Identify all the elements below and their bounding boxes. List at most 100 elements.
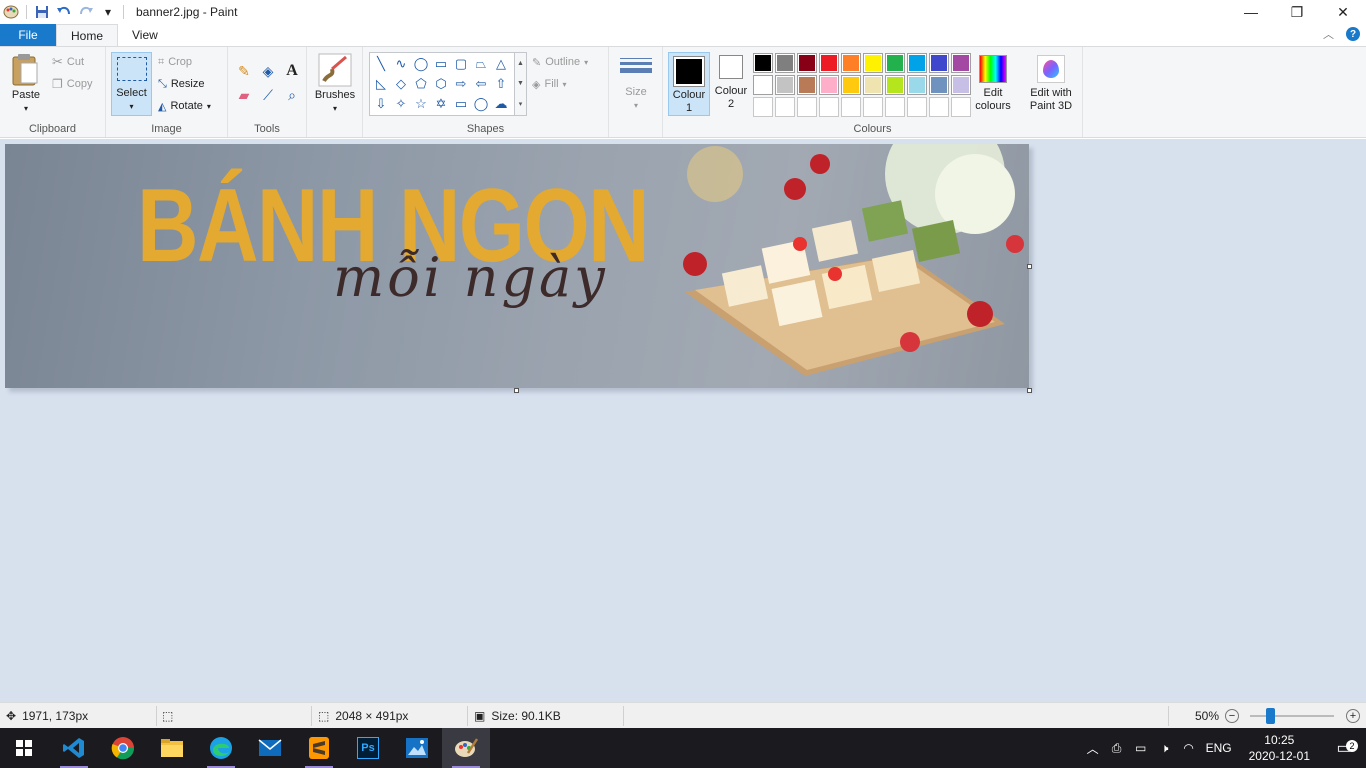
collapse-ribbon-icon[interactable]: ︿ [1323, 26, 1334, 42]
taskbar-vscode[interactable] [50, 728, 98, 768]
copy-button[interactable]: ❐ Copy [52, 74, 92, 94]
taskbar-sublime-text[interactable] [295, 728, 343, 768]
oval-callout-shape-icon[interactable]: ◯ [471, 94, 491, 114]
pencil-icon[interactable]: ✎ [232, 59, 256, 83]
tab-file[interactable]: File [0, 24, 56, 46]
five-point-star-shape-icon[interactable]: ☆ [411, 94, 431, 114]
cut-button[interactable]: ✂ Cut [52, 52, 84, 72]
battery-icon[interactable]: ▭ [1129, 741, 1153, 755]
eraser-icon[interactable]: ▰ [232, 83, 256, 107]
palette-swatch[interactable] [885, 75, 905, 95]
palette-swatch[interactable] [951, 97, 971, 117]
palette-swatch[interactable] [929, 53, 949, 73]
close-button[interactable]: ✕ [1320, 0, 1366, 24]
save-icon[interactable] [31, 1, 53, 23]
palette-swatch[interactable] [863, 53, 883, 73]
taskbar-edge[interactable] [197, 728, 245, 768]
taskbar-photos[interactable] [393, 728, 441, 768]
line-shape-icon[interactable]: ╲ [371, 54, 391, 74]
fill-button[interactable]: ◈ Fill ▾ [532, 74, 567, 94]
palette-swatch[interactable] [775, 97, 795, 117]
resize-handle-corner[interactable] [1027, 388, 1032, 393]
meet-now-icon[interactable]: ⎙ [1105, 741, 1129, 756]
tab-view[interactable]: View [118, 24, 172, 46]
palette-swatch[interactable] [907, 75, 927, 95]
tab-home[interactable]: Home [56, 24, 119, 46]
scroll-up-icon[interactable]: ▲ [517, 60, 524, 67]
palette-swatch[interactable] [753, 53, 773, 73]
palette-swatch[interactable] [797, 97, 817, 117]
down-arrow-shape-icon[interactable]: ⇩ [371, 94, 391, 114]
palette-swatch[interactable] [841, 97, 861, 117]
zoom-in-button[interactable]: + [1346, 703, 1360, 729]
palette-swatch[interactable] [863, 97, 883, 117]
redo-icon[interactable] [75, 1, 97, 23]
left-arrow-shape-icon[interactable]: ⇦ [471, 74, 491, 94]
palette-swatch[interactable] [819, 75, 839, 95]
size-button[interactable]: Size ▾ [617, 55, 655, 112]
curve-shape-icon[interactable]: ∿ [391, 54, 411, 74]
paste-button[interactable]: Paste ▾ [6, 53, 46, 115]
colour2-button[interactable]: Colour 2 [712, 55, 750, 111]
rotate-button[interactable]: ◭ Rotate ▾ [158, 96, 211, 116]
palette-swatch[interactable] [929, 97, 949, 117]
colour-picker-icon[interactable]: ⟋ [256, 83, 280, 107]
rounded-rectangle-shape-icon[interactable]: ▢ [451, 54, 471, 74]
image-canvas[interactable]: BÁNH NGON mỗi ngày [5, 144, 1029, 388]
text-icon[interactable]: A [280, 59, 304, 83]
palette-swatch[interactable] [885, 53, 905, 73]
palette-swatch[interactable] [797, 53, 817, 73]
palette-swatch[interactable] [775, 53, 795, 73]
rounded-callout-shape-icon[interactable]: ▭ [451, 94, 471, 114]
magnifier-icon[interactable]: ⌕ [280, 83, 304, 107]
palette-swatch[interactable] [907, 97, 927, 117]
brushes-button[interactable]: Brushes ▾ [313, 53, 357, 115]
taskbar-paint[interactable] [442, 728, 490, 768]
resize-handle-right[interactable] [1027, 264, 1032, 269]
palette-swatch[interactable] [841, 53, 861, 73]
polygon-shape-icon[interactable]: ⏢ [471, 54, 491, 74]
fill-bucket-icon[interactable]: ◈ [256, 59, 280, 83]
pentagon-shape-icon[interactable]: ⬠ [411, 74, 431, 94]
notification-center-button[interactable]: ▭ 2 [1322, 738, 1366, 758]
right-triangle-shape-icon[interactable]: ◺ [371, 74, 391, 94]
palette-swatch[interactable] [753, 75, 773, 95]
input-language[interactable]: ENG [1201, 741, 1237, 755]
canvas-workspace[interactable]: BÁNH NGON mỗi ngày [0, 139, 1366, 702]
palette-swatch[interactable] [819, 53, 839, 73]
oval-shape-icon[interactable]: ◯ [411, 54, 431, 74]
four-point-star-shape-icon[interactable]: ✧ [391, 94, 411, 114]
minimize-button[interactable]: — [1228, 0, 1274, 24]
palette-swatch[interactable] [775, 75, 795, 95]
volume-icon[interactable]: 🕨 [1153, 741, 1177, 756]
show-hidden-icons-button[interactable]: ︿ [1081, 740, 1105, 757]
edit-colours-button[interactable]: Edit colours [973, 55, 1013, 113]
palette-swatch[interactable] [863, 75, 883, 95]
cloud-callout-shape-icon[interactable]: ☁ [491, 94, 511, 114]
taskbar-file-explorer[interactable] [148, 728, 196, 768]
start-button[interactable] [0, 728, 48, 768]
taskbar-mail[interactable] [246, 728, 294, 768]
palette-swatch[interactable] [907, 53, 927, 73]
customize-quick-access-button[interactable]: ▾ [97, 1, 119, 23]
palette-swatch[interactable] [951, 75, 971, 95]
select-button[interactable]: Select ▾ [111, 52, 152, 116]
resize-button[interactable]: ⤡ Resize [158, 74, 204, 94]
scroll-down-icon[interactable]: ▼ [517, 80, 524, 87]
shapes-scrollbar[interactable]: ▲ ▼ ▾ [515, 52, 527, 116]
palette-swatch[interactable] [929, 75, 949, 95]
palette-swatch[interactable] [797, 75, 817, 95]
up-arrow-shape-icon[interactable]: ⇧ [491, 74, 511, 94]
outline-button[interactable]: ✎ Outline ▾ [532, 52, 588, 72]
colour1-button[interactable]: Colour 1 [668, 52, 710, 116]
zoom-slider-thumb[interactable] [1266, 708, 1275, 724]
taskbar-chrome[interactable] [99, 728, 147, 768]
palette-swatch[interactable] [841, 75, 861, 95]
palette-swatch[interactable] [753, 97, 773, 117]
edit-with-paint3d-button[interactable]: Edit with Paint 3D [1025, 55, 1077, 113]
shapes-gallery[interactable]: ╲ ∿ ◯ ▭ ▢ ⏢ △ ◺ ◇ ⬠ ⬡ ⇨ ⇦ ⇧ ⇩ ✧ ☆ ✡ ▭ ◯ … [369, 52, 515, 116]
hexagon-shape-icon[interactable]: ⬡ [431, 74, 451, 94]
paint-app-icon[interactable] [0, 1, 22, 23]
zoom-slider-track[interactable] [1250, 715, 1334, 717]
palette-swatch[interactable] [819, 97, 839, 117]
